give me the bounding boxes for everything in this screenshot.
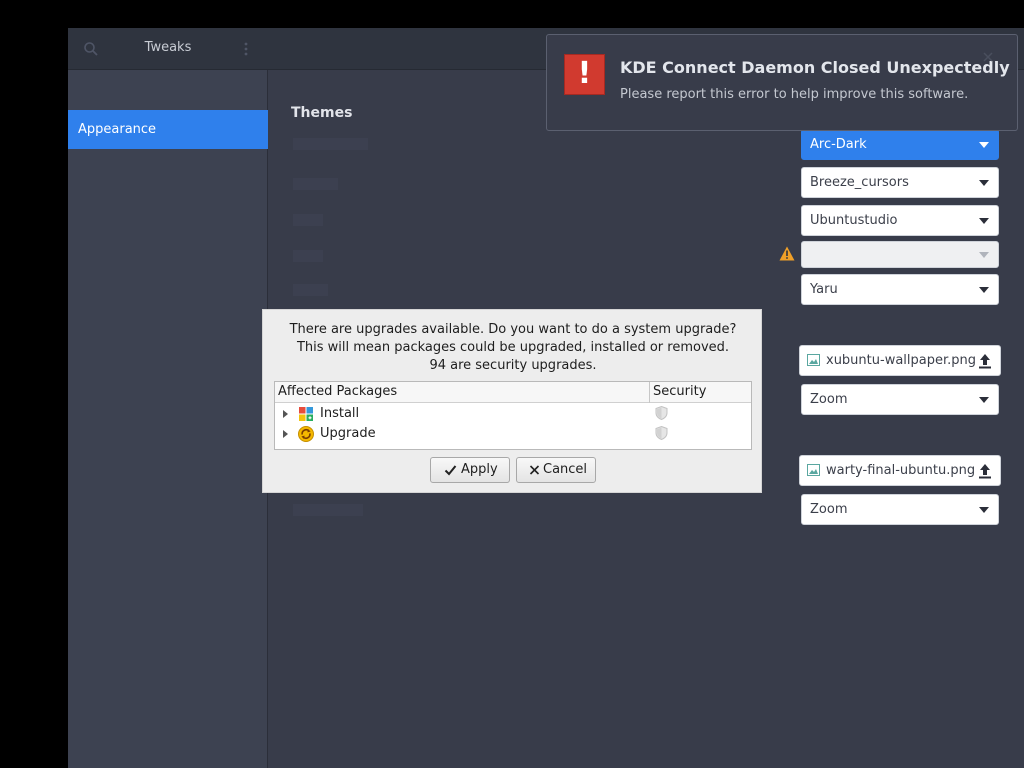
dialog-message-line: This will mean packages could be upgrade… <box>296 340 730 355</box>
sidebar: Tweaks Appearance <box>68 28 268 768</box>
gtk-theme-combo[interactable]: Arc-Dark <box>801 129 999 160</box>
search-icon[interactable] <box>82 40 100 58</box>
chevron-down-icon <box>979 218 989 224</box>
cancel-button[interactable]: Cancel <box>516 457 596 483</box>
apply-label: Apply <box>461 462 498 477</box>
file-name: xubuntu-wallpaper.png <box>826 353 977 368</box>
row-label: Install <box>320 406 360 421</box>
shell-theme-combo[interactable] <box>801 241 999 268</box>
combo-value: Zoom <box>810 502 848 517</box>
apply-button[interactable]: Apply <box>430 457 510 483</box>
section-title-themes: Themes <box>291 105 353 121</box>
upload-icon <box>979 354 991 369</box>
dialog-message-line: 94 are security upgrades. <box>429 358 597 373</box>
combo-value: Ubuntustudio <box>810 213 898 228</box>
tree-row-upgrade[interactable]: Upgrade <box>275 424 751 444</box>
tree-header: Affected Packages Security <box>275 382 751 403</box>
combo-value: Yaru <box>810 282 838 297</box>
background-adjustment-combo[interactable]: Zoom <box>801 384 999 415</box>
chevron-down-icon <box>979 252 989 258</box>
image-icon <box>807 354 820 366</box>
lock-screen-image-button[interactable]: warty-final-ubuntu.png <box>799 455 1001 486</box>
sound-theme-combo[interactable]: Yaru <box>801 274 999 305</box>
desktop: Tweaks Appearance Themes Arc-Dark Breeze… <box>0 0 1024 768</box>
row-label-placeholder <box>293 178 338 190</box>
combo-value: Breeze_cursors <box>810 175 909 190</box>
image-icon <box>807 464 820 476</box>
chevron-down-icon <box>979 142 989 148</box>
app-title: Tweaks <box>144 40 192 55</box>
upgrade-package-icon <box>298 426 314 442</box>
row-label-placeholder <box>293 504 363 516</box>
cursor-theme-combo[interactable]: Breeze_cursors <box>801 167 999 198</box>
checkmark-icon <box>444 465 457 476</box>
upgrade-dialog: There are upgrades available. Do you wan… <box>262 309 762 493</box>
chevron-down-icon <box>979 507 989 513</box>
chevron-down-icon <box>979 397 989 403</box>
column-header-security[interactable]: Security <box>653 384 706 399</box>
combo-value: Arc-Dark <box>810 137 867 152</box>
tree-row-install[interactable]: Install <box>275 404 751 424</box>
sidebar-item-appearance[interactable]: Appearance <box>68 110 268 149</box>
row-label-placeholder <box>293 284 328 296</box>
install-package-icon <box>299 407 313 421</box>
sidebar-header: Tweaks <box>68 28 268 70</box>
expander-arrow-icon[interactable] <box>283 410 288 418</box>
error-icon: ! <box>564 54 605 95</box>
background-image-button[interactable]: xubuntu-wallpaper.png <box>799 345 1001 376</box>
expander-arrow-icon[interactable] <box>283 430 288 438</box>
upload-icon <box>979 464 991 479</box>
shield-icon <box>655 406 668 420</box>
close-icon[interactable] <box>982 51 994 63</box>
row-label-placeholder <box>293 214 323 226</box>
chevron-down-icon <box>979 287 989 293</box>
close-icon <box>529 465 540 475</box>
column-header-affected-packages[interactable]: Affected Packages <box>278 384 397 399</box>
lock-screen-adjustment-combo[interactable]: Zoom <box>801 494 999 525</box>
row-label-placeholder <box>293 138 368 150</box>
icon-theme-combo[interactable]: Ubuntustudio <box>801 205 999 236</box>
row-label: Upgrade <box>320 426 376 441</box>
dialog-message-line: There are upgrades available. Do you wan… <box>289 322 737 337</box>
warning-icon <box>779 246 795 261</box>
crash-notification[interactable]: ! KDE Connect Daemon Closed Unexpectedly… <box>546 34 1018 131</box>
row-label-placeholder <box>293 250 323 262</box>
menu-icon[interactable] <box>240 40 252 58</box>
combo-value: Zoom <box>810 392 848 407</box>
column-separator[interactable] <box>649 382 650 403</box>
affected-packages-tree: Affected Packages Security Install Upgra… <box>274 381 752 450</box>
notification-title: KDE Connect Daemon Closed Unexpectedly <box>620 58 1010 77</box>
cancel-label: Cancel <box>543 462 588 477</box>
notification-body: Please report this error to help improve… <box>620 87 969 102</box>
file-name: warty-final-ubuntu.png <box>826 463 976 478</box>
shield-icon <box>655 426 668 440</box>
chevron-down-icon <box>979 180 989 186</box>
